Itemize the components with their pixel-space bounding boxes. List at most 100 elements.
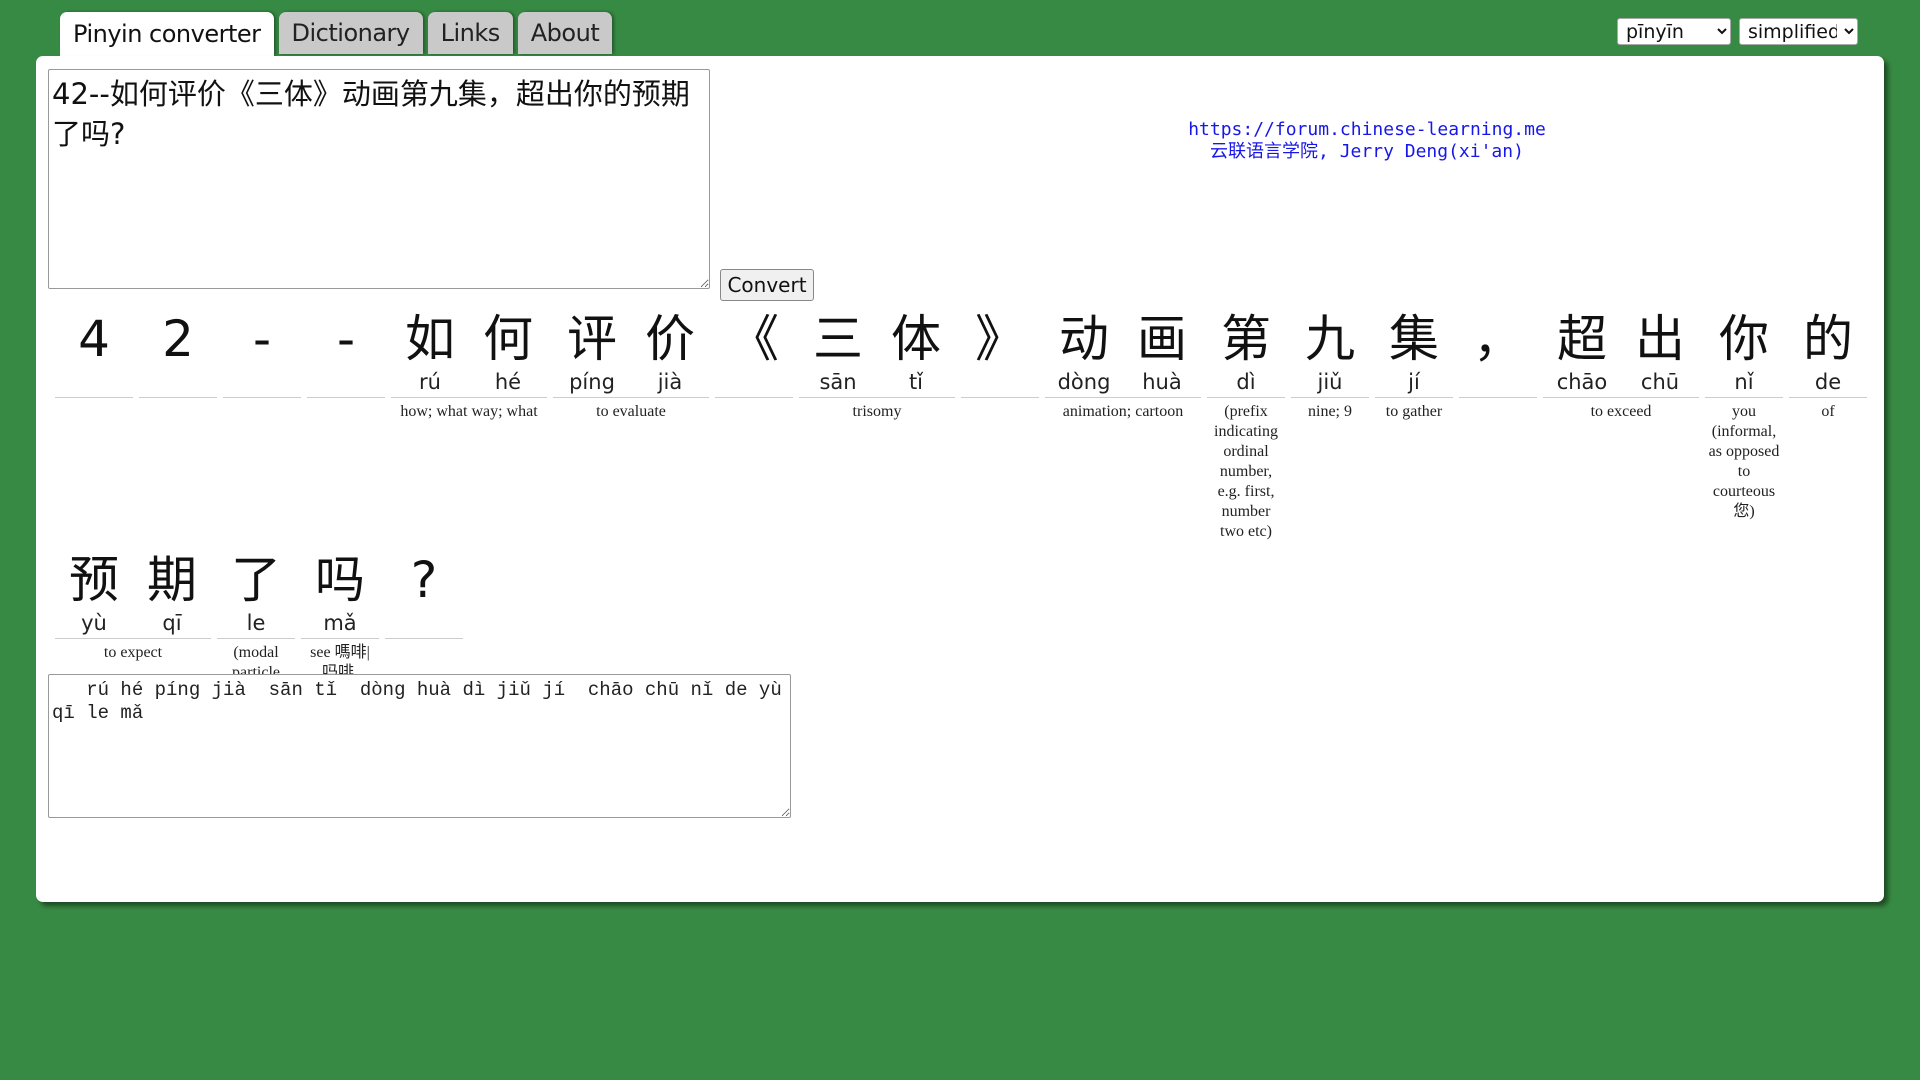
pinyin: nǐ bbox=[1734, 370, 1754, 394]
pinyin: yù bbox=[81, 611, 107, 635]
word-characters: 动 dòng 画 huà bbox=[1045, 311, 1201, 398]
word-characters: 评 píng 价 jià bbox=[553, 311, 709, 398]
character-cell: 出 chū bbox=[1621, 311, 1699, 397]
character-cell: 体 tǐ bbox=[877, 311, 955, 397]
pinyin: chāo bbox=[1556, 370, 1608, 394]
word-characters: 三 sān 体 tǐ bbox=[799, 311, 955, 398]
hanzi: ? bbox=[410, 551, 438, 609]
word-block[interactable]: 九 jiǔ nine; 9 bbox=[1291, 311, 1369, 422]
word-block[interactable]: 2 bbox=[139, 311, 217, 402]
credit-block: https://forum.chinese-learning.me 云联语言学院… bbox=[1078, 119, 1656, 163]
hanzi: - bbox=[252, 310, 272, 368]
word-block[interactable]: 4 bbox=[55, 311, 133, 402]
word-characters: - bbox=[307, 311, 385, 398]
hanzi: 超 bbox=[1557, 310, 1607, 368]
script-select[interactable]: simplified bbox=[1739, 18, 1858, 45]
pinyin bbox=[715, 367, 793, 397]
word-block[interactable]: 预 yù 期 qī to expect bbox=[55, 552, 211, 663]
hanzi: 预 bbox=[69, 551, 119, 609]
hanzi: 画 bbox=[1137, 310, 1187, 368]
tab-about[interactable]: About bbox=[517, 12, 613, 54]
hanzi: 评 bbox=[567, 310, 617, 368]
pinyin-output[interactable]: rú hé píng jià sān tǐ dòng huà dì jiǔ jí… bbox=[48, 674, 791, 818]
word-block[interactable]: 评 píng 价 jià to evaluate bbox=[553, 311, 709, 422]
pinyin: píng bbox=[569, 370, 615, 394]
forum-link[interactable]: https://forum.chinese-learning.me bbox=[1078, 119, 1656, 141]
hanzi: 如 bbox=[405, 310, 455, 368]
pinyin bbox=[139, 367, 217, 397]
pinyin: dòng bbox=[1057, 370, 1111, 394]
word-block[interactable]: 集 jí to gather bbox=[1375, 311, 1453, 422]
tab-pinyin-converter[interactable]: Pinyin converter bbox=[60, 12, 274, 56]
word-block[interactable]: 如 rú 何 hé how; what way; what bbox=[391, 311, 547, 422]
definition: to gather bbox=[1385, 403, 1443, 420]
word-characters: 你 nǐ bbox=[1705, 311, 1783, 398]
character-cell: 4 bbox=[55, 311, 133, 397]
chinese-text-input[interactable]: 42--如何评价《三体》动画第九集，超出你的预期了吗? bbox=[48, 69, 710, 289]
hanzi: 出 bbox=[1635, 310, 1685, 368]
character-cell: 《 bbox=[715, 311, 793, 397]
pinyin bbox=[307, 367, 385, 397]
definition: how; what way; what bbox=[400, 403, 538, 420]
character-cell: 的 de bbox=[1789, 311, 1867, 397]
word-block[interactable]: 你 nǐ you (informal, as opposed to courteou… bbox=[1705, 311, 1783, 522]
character-cell: 九 jiǔ bbox=[1291, 311, 1369, 397]
word-block[interactable]: - bbox=[307, 311, 385, 402]
hanzi: 三 bbox=[813, 310, 863, 368]
character-cell: 动 dòng bbox=[1045, 311, 1123, 397]
word-characters: 如 rú 何 hé bbox=[391, 311, 547, 398]
hanzi: 2 bbox=[162, 310, 194, 368]
hanzi: 你 bbox=[1719, 310, 1769, 368]
word-block[interactable]: 三 sān 体 tǐ trisomy bbox=[799, 311, 955, 422]
word-block[interactable]: 第 dì (prefix indicating ordinal number, e.… bbox=[1207, 311, 1285, 542]
hanzi: ， bbox=[1473, 310, 1523, 368]
pinyin: jí bbox=[1408, 370, 1420, 394]
word-characters: 预 yù 期 qī bbox=[55, 552, 211, 639]
word-block[interactable]: 》 bbox=[961, 311, 1039, 402]
hanzi: 价 bbox=[645, 310, 695, 368]
pinyin: sān bbox=[819, 370, 857, 394]
tab-dictionary[interactable]: Dictionary bbox=[278, 12, 423, 54]
character-cell: 第 dì bbox=[1207, 311, 1285, 397]
definition: animation; cartoon bbox=[1062, 403, 1184, 420]
definition: nine; 9 bbox=[1308, 403, 1352, 420]
hanzi: 何 bbox=[483, 310, 533, 368]
character-cell: 价 jià bbox=[631, 311, 709, 397]
pinyin: hé bbox=[494, 370, 522, 394]
word-block[interactable]: 的 de of bbox=[1789, 311, 1867, 422]
hanzi: 第 bbox=[1221, 310, 1271, 368]
tone-style-select[interactable]: pīnyīn bbox=[1617, 18, 1731, 45]
word-block[interactable]: 《 bbox=[715, 311, 793, 402]
character-cell: ? bbox=[385, 552, 463, 638]
character-cell: ， bbox=[1459, 311, 1537, 397]
hanzi: 4 bbox=[78, 310, 110, 368]
pinyin: qī bbox=[162, 611, 182, 635]
character-cell: - bbox=[307, 311, 385, 397]
character-cell: 预 yù bbox=[55, 552, 133, 638]
character-cell: 2 bbox=[139, 311, 217, 397]
pinyin bbox=[223, 367, 301, 397]
word-block[interactable]: - bbox=[223, 311, 301, 402]
word-block[interactable]: 动 dòng 画 huà animation; cartoon bbox=[1045, 311, 1201, 422]
pinyin: dì bbox=[1236, 370, 1256, 394]
hanzi: - bbox=[336, 310, 356, 368]
hanzi: 的 bbox=[1803, 310, 1853, 368]
pinyin bbox=[961, 367, 1039, 397]
hanzi: 《 bbox=[729, 310, 779, 368]
convert-button[interactable]: Convert bbox=[720, 269, 814, 301]
definition: to evaluate bbox=[596, 403, 666, 420]
word-characters: 《 bbox=[715, 311, 793, 398]
word-block[interactable]: ? bbox=[385, 552, 463, 643]
hanzi: 》 bbox=[975, 310, 1025, 368]
character-cell: 画 huà bbox=[1123, 311, 1201, 397]
word-characters: 超 chāo 出 chū bbox=[1543, 311, 1699, 398]
pinyin: huà bbox=[1142, 370, 1182, 394]
tab-links[interactable]: Links bbox=[427, 12, 513, 54]
word-block[interactable]: ， bbox=[1459, 311, 1537, 402]
word-block[interactable]: 超 chāo 出 chū to exceed bbox=[1543, 311, 1699, 422]
word-characters: 的 de bbox=[1789, 311, 1867, 398]
character-cell: 期 qī bbox=[133, 552, 211, 638]
character-cell: 》 bbox=[961, 311, 1039, 397]
pinyin: le bbox=[246, 611, 266, 635]
word-characters: 吗 mǎ bbox=[301, 552, 379, 639]
